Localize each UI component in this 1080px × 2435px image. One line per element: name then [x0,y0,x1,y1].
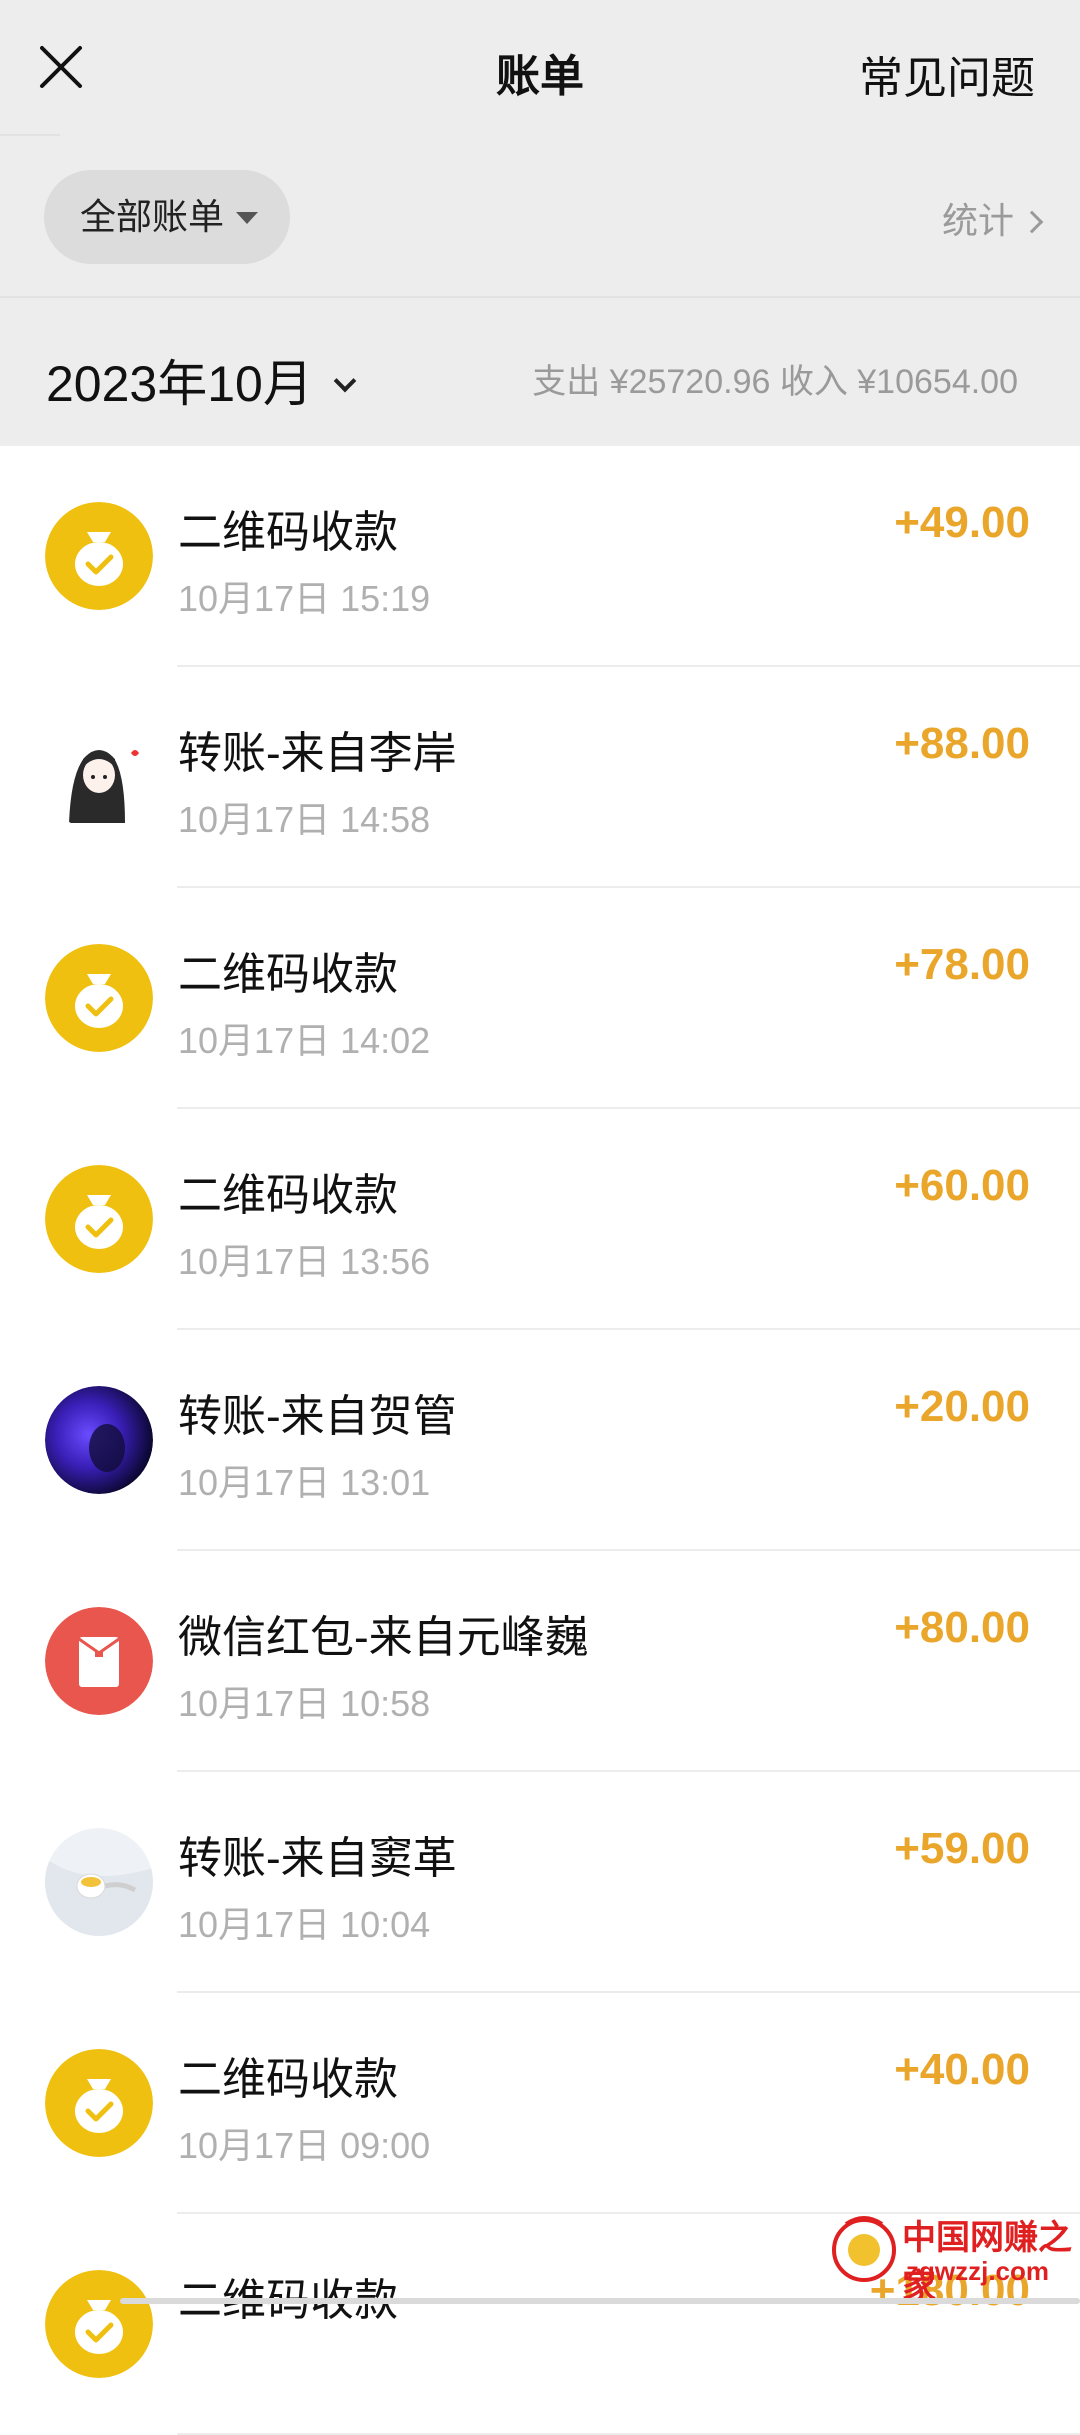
transaction-title: 二维码收款 [178,496,398,560]
month-summary: 支出 ¥25720.96 收入 ¥10654.00 [532,354,1018,403]
transaction-row[interactable]: 转账-来自窦革 10月17日 10:04 +59.00 [0,1772,1080,1993]
user-avatar-purple [45,1386,153,1494]
money-bag-icon [45,944,153,1052]
month-selector[interactable]: 2023年10月 [46,344,353,416]
transaction-amount: +78.00 [894,940,1030,990]
transaction-title: 转账-来自李岸 [178,717,457,781]
statistics-link[interactable]: 统计 [942,192,1040,244]
transaction-row[interactable]: 二维码收款 10月17日 13:56 +60.00 [0,1109,1080,1330]
money-bag-icon [45,502,153,610]
month-label: 2023年10月 [46,356,313,412]
transaction-time: 10月17日 10:58 [178,1675,430,1727]
watermark-url: zgwzzj.com [906,2256,1049,2287]
divider [0,134,60,136]
transaction-time: 10月17日 09:00 [178,2117,430,2169]
transaction-list: 二维码收款 10月17日 15:19 +49.00 转账-来自李岸 10月17日 14:… [0,446,1080,2435]
caret-down-icon [236,212,258,224]
faq-link[interactable]: 常见问题 [859,42,1035,106]
red-packet-icon [45,1607,153,1715]
transaction-row[interactable]: 转账-来自李岸 10月17日 14:58 +88.00 [0,667,1080,888]
statistics-label: 统计 [942,200,1014,241]
transaction-amount: +60.00 [894,1161,1030,1211]
transaction-time: 10月17日 14:02 [178,1012,430,1064]
all-bills-label: 全部账单 [80,196,224,237]
transaction-title: 二维码收款 [178,938,398,1002]
transaction-time: 10月17日 15:19 [178,570,430,622]
transaction-row[interactable]: 二维码收款 10月17日 09:00 +40.00 [0,1993,1080,2214]
horizontal-scrollbar[interactable] [120,2298,1080,2304]
transaction-amount: +80.00 [894,1603,1030,1653]
transaction-amount: +88.00 [894,719,1030,769]
transaction-amount: +20.00 [894,1382,1030,1432]
transaction-title: 转账-来自贺管 [178,1380,457,1444]
transaction-title: 二维码收款 [178,2264,398,2328]
watermark: 中国网赚之家 zgwzzj.com [826,2206,1076,2296]
transaction-amount: +49.00 [894,498,1030,548]
all-bills-filter-button[interactable]: 全部账单 [44,170,290,264]
chevron-right-icon [1021,211,1044,234]
money-bag-icon [45,2049,153,2157]
chevron-down-icon [334,370,357,393]
transaction-row[interactable]: 微信红包-来自元峰巍 10月17日 10:58 +80.00 [0,1551,1080,1772]
user-avatar-tea [45,1828,153,1936]
transaction-title: 二维码收款 [178,1159,398,1223]
transaction-row[interactable]: 二维码收款 10月17日 15:19 +49.00 [0,446,1080,667]
watermark-logo-icon [826,2210,902,2286]
month-bar: 2023年10月 支出 ¥25720.96 收入 ¥10654.00 [0,296,1080,446]
transaction-amount: +59.00 [894,1824,1030,1874]
transaction-time: 10月17日 10:04 [178,1896,430,1948]
transaction-row[interactable]: 转账-来自贺管 10月17日 13:01 +20.00 [0,1330,1080,1551]
filter-bar: 全部账单 统计 [0,140,1080,296]
transaction-amount: +40.00 [894,2045,1030,2095]
top-nav-bar: 账单 常见问题 [0,0,1080,140]
user-avatar-girl [45,723,153,831]
money-bag-icon [45,1165,153,1273]
transaction-time: 10月17日 14:58 [178,791,430,843]
transaction-time: 10月17日 13:01 [178,1454,430,1506]
transaction-title: 微信红包-来自元峰巍 [178,1601,589,1665]
transaction-title: 二维码收款 [178,2043,398,2107]
transaction-title: 转账-来自窦革 [178,1822,457,1886]
transaction-time: 10月17日 13:56 [178,1233,430,1285]
transaction-row[interactable]: 二维码收款 10月17日 14:02 +78.00 [0,888,1080,1109]
money-bag-icon [45,2270,153,2378]
